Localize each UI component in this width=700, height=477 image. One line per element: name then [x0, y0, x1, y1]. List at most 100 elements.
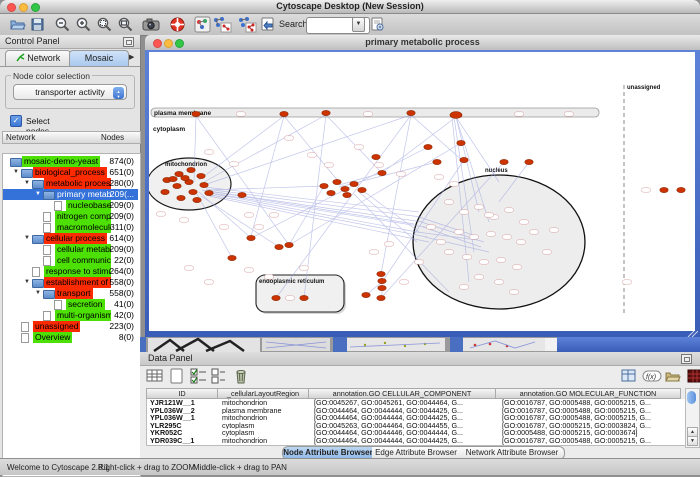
tree-row-count: 874(0) [88, 156, 134, 167]
select-attributes-icon[interactable] [190, 368, 208, 384]
tree-header-network[interactable]: Network [2, 131, 103, 144]
network-leaf-icon [43, 311, 51, 321]
network-window-title: primary metabolic process [145, 37, 700, 47]
table-cell: cytoplasm [219, 422, 311, 430]
svg-text:unassigned: unassigned [627, 85, 661, 91]
function-builder-icon[interactable]: f(x) [642, 368, 660, 384]
zoom-out-icon[interactable] [54, 16, 71, 33]
tree-expand-icon[interactable]: ▼ [35, 288, 41, 299]
network-leaf-icon [43, 256, 51, 266]
svg-text:endoplasmic reticulum: endoplasmic reticulum [259, 279, 324, 285]
tree-row[interactable]: ▼establishment of lo558(0) [3, 277, 138, 288]
tree-row[interactable]: ▼cellular process614(0) [3, 233, 138, 244]
advanced-search-icon[interactable] [369, 16, 386, 33]
tree-row[interactable]: macromolecule311(0) [3, 222, 138, 233]
tree-row[interactable]: secretion41(0) [3, 299, 138, 310]
vizmapper-icon[interactable] [194, 16, 211, 33]
scrollbar-thumb[interactable] [687, 391, 696, 404]
table-row[interactable]: YPL036W__1mitochondrion[GO:0044464, GO:0… [147, 414, 685, 422]
tree-row[interactable]: mosaic-demo-yeast874(0) [3, 156, 138, 167]
save-icon[interactable] [29, 16, 46, 33]
network-canvas[interactable]: plasma membrane cytoplasm mitochondrion … [149, 52, 695, 331]
unselect-attributes-icon[interactable] [210, 368, 228, 384]
control-panel-title: Control Panel [5, 36, 60, 46]
tree-row-count: 209(0) [88, 200, 134, 211]
svg-text:nucleus: nucleus [485, 168, 508, 174]
scroll-down-icon[interactable]: ▼ [687, 436, 698, 446]
network-leaf-icon [21, 333, 29, 343]
tree-row-count: 558(0) [88, 288, 134, 299]
tree-row[interactable]: multi-organism pro42(0) [3, 310, 138, 321]
col-header-cc: annotation.GO CELLULAR_COMPONENT [309, 388, 496, 399]
snapshot-icon[interactable] [142, 16, 159, 33]
tree-expand-icon[interactable]: ▼ [24, 277, 30, 288]
tree-row[interactable]: unassigned223(0) [3, 321, 138, 332]
table-cell: [GO:0044464, GO:0044444, GO:0044425, G..… [311, 407, 499, 415]
tree-row[interactable]: response to stimulu264(0) [3, 266, 138, 277]
attribute-table-icon[interactable] [146, 368, 164, 384]
tree-header-nodes[interactable]: Nodes [98, 131, 141, 144]
tree-row[interactable]: ▼primary metabolic209(... [3, 189, 138, 200]
tree-expand-icon[interactable]: ▼ [13, 167, 19, 178]
table-cell: YLR295C [147, 422, 219, 430]
folder-icon [43, 290, 55, 299]
tree-row[interactable]: Overview8(0) [3, 332, 138, 343]
zoom-in-icon[interactable] [75, 16, 92, 33]
table-row[interactable]: YPL036W__2plasma membrane[GO:0044464, GO… [147, 407, 685, 415]
table-row[interactable]: YKR052Ccytoplasm[GO:0044464, GO:0044446,… [147, 429, 685, 437]
network-window-titlebar[interactable]: primary metabolic process [145, 35, 700, 51]
import-attributes-icon[interactable] [664, 368, 682, 384]
open-icon[interactable] [9, 16, 26, 33]
network-leaf-icon [21, 322, 29, 332]
tree-row[interactable]: cell communicati22(0) [3, 255, 138, 266]
tree-expand-icon[interactable]: ▼ [24, 178, 30, 189]
endoplasmic-reticulum-region: endoplasmic reticulum [256, 275, 346, 314]
web-import-icon[interactable] [259, 16, 276, 33]
table-cell: [GO:0044464, GO:0044444, GO:0044425, G..… [311, 437, 499, 445]
layout-blue-icon[interactable] [212, 16, 229, 33]
float-panel-icon[interactable] [123, 37, 134, 47]
table-row[interactable]: YDR039C__1mitochondrion[GO:0044464, GO:0… [147, 437, 685, 445]
table-cell: [GO:0016787, GO:0005488, GO:0005215, G..… [499, 407, 685, 415]
attribute-matrix-icon[interactable] [686, 368, 700, 384]
data-panel-float-icon[interactable] [681, 354, 692, 364]
help-lifering-icon[interactable] [169, 16, 186, 33]
tree-row[interactable]: ▼metabolic process280(0) [3, 178, 138, 189]
zoom-selected-icon[interactable] [96, 16, 113, 33]
tree-row[interactable]: ▼biological_process651(0) [3, 167, 138, 178]
control-panel: Control Panel Network Mosaic ▶ Node colo… [0, 35, 141, 458]
layout-red-icon[interactable] [237, 16, 254, 33]
new-attribute-icon[interactable] [168, 368, 186, 384]
tree-expand-icon[interactable]: ▼ [24, 233, 30, 244]
data-table-scrollbar[interactable]: ▲ ▼ [685, 388, 700, 448]
tree-row[interactable]: nitrogen compou209(0) [3, 211, 138, 222]
folder-icon [32, 235, 44, 244]
table-row[interactable]: YLR295Ccytoplasm[GO:0045263, GO:0044464,… [147, 422, 685, 430]
table-cell: mitochondrion [219, 414, 311, 422]
table-cell: [GO:0016787, GO:0005215, GO:0003824, G..… [499, 422, 685, 430]
tree-row-count: 42(0) [88, 310, 134, 321]
folder-icon [21, 169, 33, 178]
zoom-fit-icon[interactable] [117, 16, 134, 33]
tree-row[interactable]: nucleobase-con209(0) [3, 200, 138, 211]
search-dropdown-arrow[interactable]: ▼ [352, 17, 365, 32]
data-table-body: YJR121W__1mitochondrion[GO:0045267, GO:0… [146, 399, 686, 446]
tree-row-count: 41(0) [88, 299, 134, 310]
select-nodes-checkbox[interactable]: ✓ [10, 115, 22, 127]
table-row[interactable]: YJR121W__1mitochondrion[GO:0045267, GO:0… [147, 399, 685, 407]
attribute-editor-icon[interactable] [620, 368, 638, 384]
tree-row[interactable]: ▼transport558(0) [3, 288, 138, 299]
table-cell: YPL036W__2 [147, 407, 219, 415]
tree-row[interactable]: cellular metabol209(0) [3, 244, 138, 255]
tab-mosaic[interactable]: Mosaic [69, 50, 129, 66]
table-cell: mitochondrion [219, 399, 311, 407]
node-color-dropdown-value: transporter activity [35, 87, 104, 97]
data-table-header[interactable]: ID _cellularLayoutRegion annotation.GO C… [146, 388, 681, 399]
delete-attribute-icon[interactable] [232, 368, 250, 384]
tab-overflow-arrow-icon[interactable]: ▶ [129, 53, 134, 61]
app-titlebar: Cytoscape Desktop (New Session) [0, 0, 700, 14]
tree-expand-icon[interactable]: ▼ [35, 189, 41, 200]
tab-network[interactable]: Network [5, 50, 71, 66]
app-title: Cytoscape Desktop (New Session) [0, 1, 700, 11]
node-color-dropdown[interactable]: transporter activity ▲▼ [13, 84, 127, 100]
